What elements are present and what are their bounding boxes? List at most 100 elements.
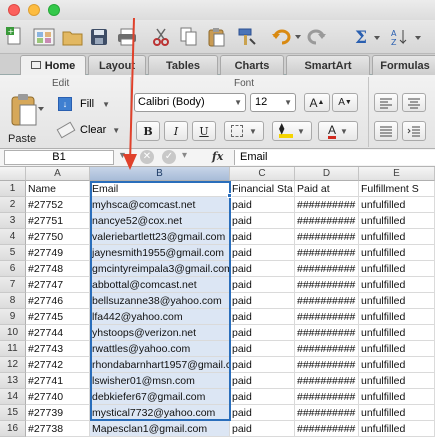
autosum-icon[interactable]: Σ [354,24,382,50]
table-cell[interactable]: Mapesclan1@gmail.com [90,421,230,437]
table-cell[interactable]: ########## [295,373,359,389]
table-cell[interactable]: unfulfilled [359,373,435,389]
row-header[interactable]: 12 [0,357,26,373]
font-color-button[interactable]: A ▼ [318,121,358,141]
print-icon[interactable] [116,24,138,50]
indent-button[interactable] [402,121,426,141]
save-icon[interactable] [88,24,110,50]
table-cell[interactable]: #27752 [26,197,90,213]
underline-button[interactable]: U [192,121,216,141]
table-cell[interactable]: unfulfilled [359,421,435,437]
table-cell[interactable]: nancye52@cox.net [90,213,230,229]
table-cell[interactable]: ########## [295,245,359,261]
row-header[interactable]: 16 [0,421,26,437]
name-box-dropdown-icon[interactable]: ▼ [118,150,127,160]
table-cell[interactable]: #27749 [26,245,90,261]
table-cell[interactable]: ########## [295,421,359,437]
tab-home[interactable]: Home [20,55,86,75]
table-cell[interactable]: mystical7732@yahoo.com [90,405,230,421]
column-header-D[interactable]: D [295,167,359,181]
table-cell[interactable]: paid [230,277,295,293]
table-cell[interactable]: bellsuzanne38@yahoo.com [90,293,230,309]
table-cell[interactable]: unfulfilled [359,325,435,341]
table-cell[interactable]: unfulfilled [359,261,435,277]
table-cell[interactable]: debkiefer67@gmail.com [90,389,230,405]
table-cell[interactable]: paid [230,261,295,277]
redo-icon[interactable] [306,24,328,50]
table-cell[interactable]: #27746 [26,293,90,309]
table-cell[interactable]: paid [230,309,295,325]
copy-icon[interactable] [178,24,200,50]
table-cell[interactable]: lfa442@yahoo.com [90,309,230,325]
row-header[interactable]: 4 [0,229,26,245]
row-header[interactable]: 2 [0,197,26,213]
table-cell[interactable]: unfulfilled [359,309,435,325]
row-header[interactable]: 5 [0,245,26,261]
cut-icon[interactable] [150,24,172,50]
table-cell[interactable]: unfulfilled [359,341,435,357]
table-cell[interactable]: paid [230,389,295,405]
row-header[interactable]: 11 [0,341,26,357]
table-cell[interactable]: rwattles@yahoo.com [90,341,230,357]
header-cell[interactable]: Name [26,181,90,197]
increase-font-size-button[interactable]: A ▲ [304,93,330,112]
table-cell[interactable]: ########## [295,357,359,373]
paste-icon[interactable] [206,24,228,50]
row-header[interactable]: 10 [0,325,26,341]
table-cell[interactable]: unfulfilled [359,389,435,405]
table-cell[interactable]: #27747 [26,277,90,293]
table-cell[interactable]: paid [230,325,295,341]
table-cell[interactable]: unfulfilled [359,405,435,421]
undo-icon[interactable] [270,24,302,50]
table-cell[interactable]: ########## [295,293,359,309]
table-cell[interactable]: valeriebartlett23@gmail.com [90,229,230,245]
table-cell[interactable]: rhondabarnhart1957@gmail.com [90,357,230,373]
table-cell[interactable]: paid [230,405,295,421]
enter-check-icon[interactable]: ✓ [162,150,176,164]
align-center-button[interactable] [402,93,426,112]
table-cell[interactable]: unfulfilled [359,277,435,293]
table-cell[interactable]: ########## [295,389,359,405]
table-cell[interactable]: #27742 [26,357,90,373]
cancel-icon[interactable]: ✕ [140,150,154,164]
clear-button[interactable]: Clear ▼ [56,121,128,139]
table-cell[interactable]: gmcintyreimpala3@gmail.com [90,261,230,277]
column-header-B[interactable]: B [90,167,230,181]
row-header[interactable]: 3 [0,213,26,229]
minimize-window-button[interactable] [28,4,40,16]
borders-button[interactable]: ▼ [224,121,264,141]
table-cell[interactable]: ########## [295,341,359,357]
tab-formulas[interactable]: Formulas [372,55,435,75]
table-cell[interactable]: ########## [295,325,359,341]
table-cell[interactable]: unfulfilled [359,293,435,309]
row-header[interactable]: 6 [0,261,26,277]
table-cell[interactable]: ########## [295,309,359,325]
new-icon[interactable]: + [4,24,26,50]
paste-button[interactable]: Paste [8,93,48,145]
table-cell[interactable]: #27739 [26,405,90,421]
table-cell[interactable]: unfulfilled [359,229,435,245]
table-cell[interactable]: #27751 [26,213,90,229]
table-cell[interactable]: ########## [295,405,359,421]
italic-button[interactable]: I [164,121,188,141]
table-cell[interactable]: lswisher01@msn.com [90,373,230,389]
table-cell[interactable]: paid [230,357,295,373]
table-cell[interactable]: #27740 [26,389,90,405]
table-cell[interactable]: ########## [295,229,359,245]
header-cell[interactable]: Paid at [295,181,359,197]
close-window-button[interactable] [8,4,20,16]
row-header[interactable]: 8 [0,293,26,309]
table-cell[interactable]: paid [230,341,295,357]
table-cell[interactable]: paid [230,197,295,213]
column-header-C[interactable]: C [230,167,295,181]
open-icon[interactable] [62,24,84,50]
formula-input[interactable]: Email [234,150,435,165]
select-all-corner[interactable] [0,167,26,181]
table-cell[interactable]: #27744 [26,325,90,341]
table-cell[interactable]: #27748 [26,261,90,277]
row-header[interactable]: 13 [0,373,26,389]
table-cell[interactable]: #27745 [26,309,90,325]
table-cell[interactable]: myhsca@comcast.net [90,197,230,213]
table-cell[interactable]: paid [230,213,295,229]
fill-handle[interactable] [227,193,232,198]
